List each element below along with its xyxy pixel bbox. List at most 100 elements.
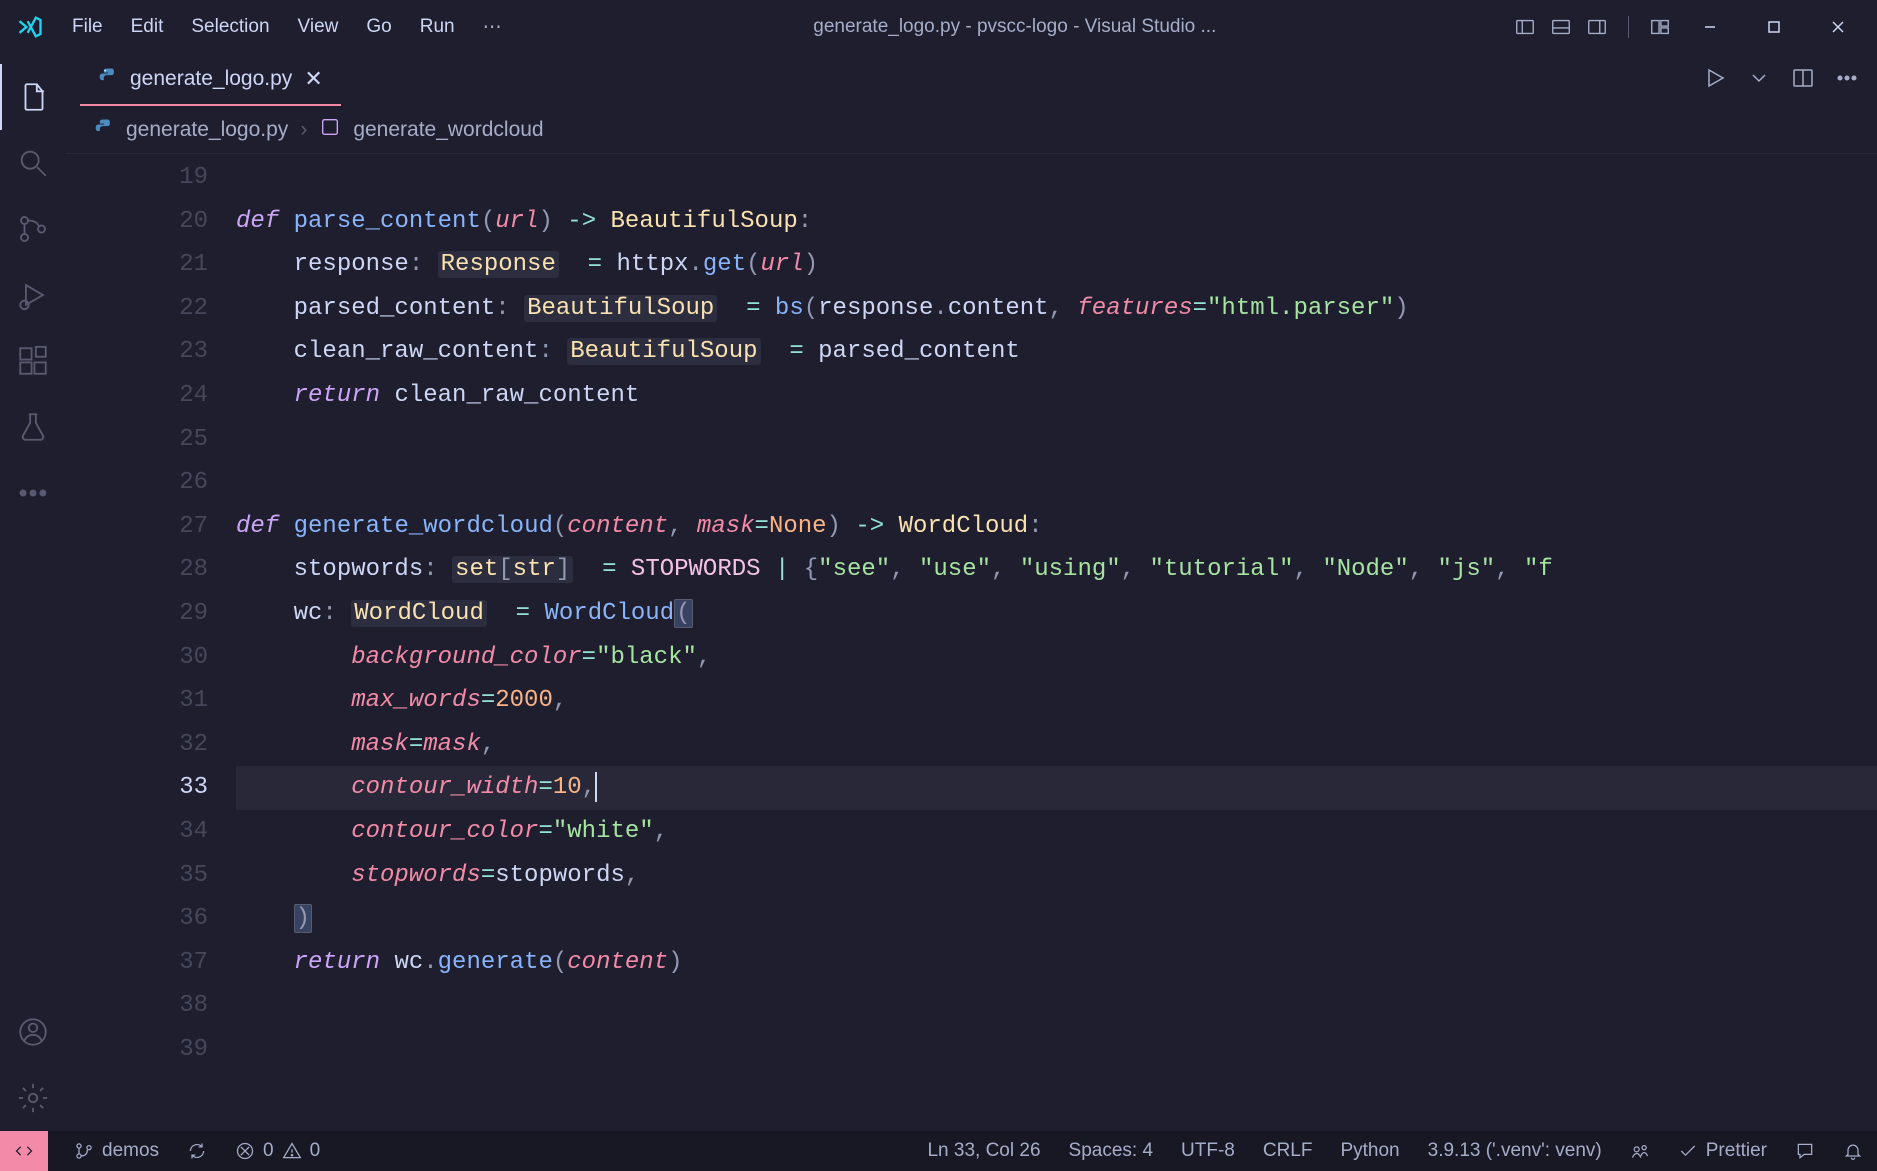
- code-line[interactable]: mask=mask,: [236, 723, 1877, 767]
- breadcrumb-symbol[interactable]: generate_wordcloud: [353, 118, 543, 142]
- status-problems[interactable]: 0 0: [221, 1131, 334, 1171]
- activity-accounts-icon[interactable]: [0, 999, 66, 1065]
- activity-run-debug-icon[interactable]: [0, 262, 66, 328]
- line-number: 38: [66, 984, 208, 1028]
- code-line[interactable]: return wc.generate(content): [236, 941, 1877, 985]
- code-line[interactable]: wc: WordCloud = WordCloud(: [236, 592, 1877, 636]
- activity-testing-icon[interactable]: [0, 394, 66, 460]
- activity-overflow-icon[interactable]: [0, 460, 66, 526]
- activity-extensions-icon[interactable]: [0, 328, 66, 394]
- code-line[interactable]: response: Response = httpx.get(url): [236, 243, 1877, 287]
- code-line[interactable]: clean_raw_content: BeautifulSoup = parse…: [236, 330, 1877, 374]
- line-number: 27: [66, 505, 208, 549]
- line-number: 39: [66, 1028, 208, 1072]
- code-line[interactable]: [236, 461, 1877, 505]
- chevron-right-icon: ›: [300, 118, 307, 142]
- split-editor-icon[interactable]: [1791, 66, 1815, 95]
- activity-search-icon[interactable]: [0, 130, 66, 196]
- code-line[interactable]: parsed_content: BeautifulSoup = bs(respo…: [236, 287, 1877, 331]
- code-line[interactable]: [236, 1028, 1877, 1072]
- code-line[interactable]: contour_color="white",: [236, 810, 1877, 854]
- vscode-logo-icon: [16, 13, 44, 41]
- activity-settings-icon[interactable]: [0, 1065, 66, 1131]
- status-interpreter[interactable]: 3.9.13 ('.venv': venv): [1414, 1131, 1616, 1171]
- menu-overflow-icon[interactable]: ⋯: [469, 10, 516, 45]
- menu-view[interactable]: View: [284, 10, 353, 44]
- code-line[interactable]: contour_width=10,: [236, 766, 1877, 810]
- close-button[interactable]: [1815, 11, 1861, 43]
- code-editor[interactable]: 1920212223242526272829303132333435363738…: [66, 154, 1877, 1131]
- code-line[interactable]: max_words=2000,: [236, 679, 1877, 723]
- maximize-button[interactable]: [1751, 11, 1797, 43]
- menu-file[interactable]: File: [58, 10, 117, 44]
- code-line[interactable]: [236, 418, 1877, 462]
- status-sync[interactable]: [173, 1131, 221, 1171]
- status-formatter[interactable]: Prettier: [1664, 1131, 1781, 1171]
- line-number: 25: [66, 418, 208, 462]
- editor-tabs: generate_logo.py ✕: [66, 54, 1877, 106]
- python-file-icon: [94, 117, 114, 143]
- layout-controls: [1514, 16, 1671, 38]
- status-errors-count: 0: [263, 1140, 274, 1162]
- code-line[interactable]: stopwords=stopwords,: [236, 854, 1877, 898]
- editor-area: generate_logo.py ✕ generate_logo.py › ge…: [66, 54, 1877, 1131]
- line-number: 35: [66, 854, 208, 898]
- main-menu: FileEditSelectionViewGoRun: [58, 10, 469, 44]
- code-line[interactable]: background_color="black",: [236, 636, 1877, 680]
- code-line[interactable]: [236, 984, 1877, 1028]
- toggle-panel-left-icon[interactable]: [1514, 16, 1536, 38]
- line-number: 23: [66, 330, 208, 374]
- code-line[interactable]: return clean_raw_content: [236, 374, 1877, 418]
- tab-generate-logo[interactable]: generate_logo.py ✕: [80, 54, 341, 106]
- status-cursor-position[interactable]: Ln 33, Col 26: [913, 1131, 1054, 1171]
- status-branch-label: demos: [102, 1140, 159, 1162]
- toggle-panel-bottom-icon[interactable]: [1550, 16, 1572, 38]
- menu-go[interactable]: Go: [352, 10, 405, 44]
- run-file-icon[interactable]: [1703, 66, 1727, 95]
- activity-source-control-icon[interactable]: [0, 196, 66, 262]
- customize-layout-icon[interactable]: [1649, 16, 1671, 38]
- line-number: 37: [66, 941, 208, 985]
- line-number: 20: [66, 200, 208, 244]
- status-warnings-count: 0: [310, 1140, 321, 1162]
- line-number: 34: [66, 810, 208, 854]
- status-indentation[interactable]: Spaces: 4: [1055, 1131, 1168, 1171]
- status-language[interactable]: Python: [1326, 1131, 1413, 1171]
- line-number-gutter: 1920212223242526272829303132333435363738…: [66, 156, 236, 1071]
- window-title: generate_logo.py - pvscc-logo - Visual S…: [516, 16, 1514, 38]
- window-controls: [1687, 11, 1871, 43]
- status-eol[interactable]: CRLF: [1249, 1131, 1327, 1171]
- code-line[interactable]: def parse_content(url) -> BeautifulSoup:: [236, 200, 1877, 244]
- menu-run[interactable]: Run: [406, 10, 469, 44]
- menu-edit[interactable]: Edit: [117, 10, 178, 44]
- run-dropdown-icon[interactable]: [1747, 66, 1771, 95]
- tab-close-icon[interactable]: ✕: [304, 66, 322, 92]
- remote-indicator[interactable]: [0, 1131, 48, 1171]
- separator: [1628, 16, 1629, 38]
- line-number: 31: [66, 679, 208, 723]
- code-line[interactable]: [236, 156, 1877, 200]
- breadcrumb[interactable]: generate_logo.py › generate_wordcloud: [66, 106, 1877, 154]
- line-number: 30: [66, 636, 208, 680]
- line-number: 21: [66, 243, 208, 287]
- status-notifications-icon[interactable]: [1829, 1131, 1877, 1171]
- python-file-icon: [98, 66, 118, 92]
- breadcrumb-file[interactable]: generate_logo.py: [126, 118, 288, 142]
- code-line[interactable]: stopwords: set[str] = STOPWORDS | {"see"…: [236, 548, 1877, 592]
- status-encoding[interactable]: UTF-8: [1167, 1131, 1249, 1171]
- code-line[interactable]: ): [236, 897, 1877, 941]
- toggle-panel-right-icon[interactable]: [1586, 16, 1608, 38]
- status-branch[interactable]: demos: [60, 1131, 173, 1171]
- code-line[interactable]: def generate_wordcloud(content, mask=Non…: [236, 505, 1877, 549]
- menu-selection[interactable]: Selection: [177, 10, 283, 44]
- minimize-button[interactable]: [1687, 11, 1733, 43]
- code-content[interactable]: def parse_content(url) -> BeautifulSoup:…: [236, 156, 1877, 1071]
- status-feedback-icon[interactable]: [1781, 1131, 1829, 1171]
- line-number: 19: [66, 156, 208, 200]
- line-number: 24: [66, 374, 208, 418]
- status-live-share[interactable]: [1616, 1131, 1664, 1171]
- line-number: 22: [66, 287, 208, 331]
- activity-explorer-icon[interactable]: [0, 64, 66, 130]
- status-formatter-label: Prettier: [1706, 1140, 1767, 1162]
- more-actions-icon[interactable]: [1835, 66, 1859, 95]
